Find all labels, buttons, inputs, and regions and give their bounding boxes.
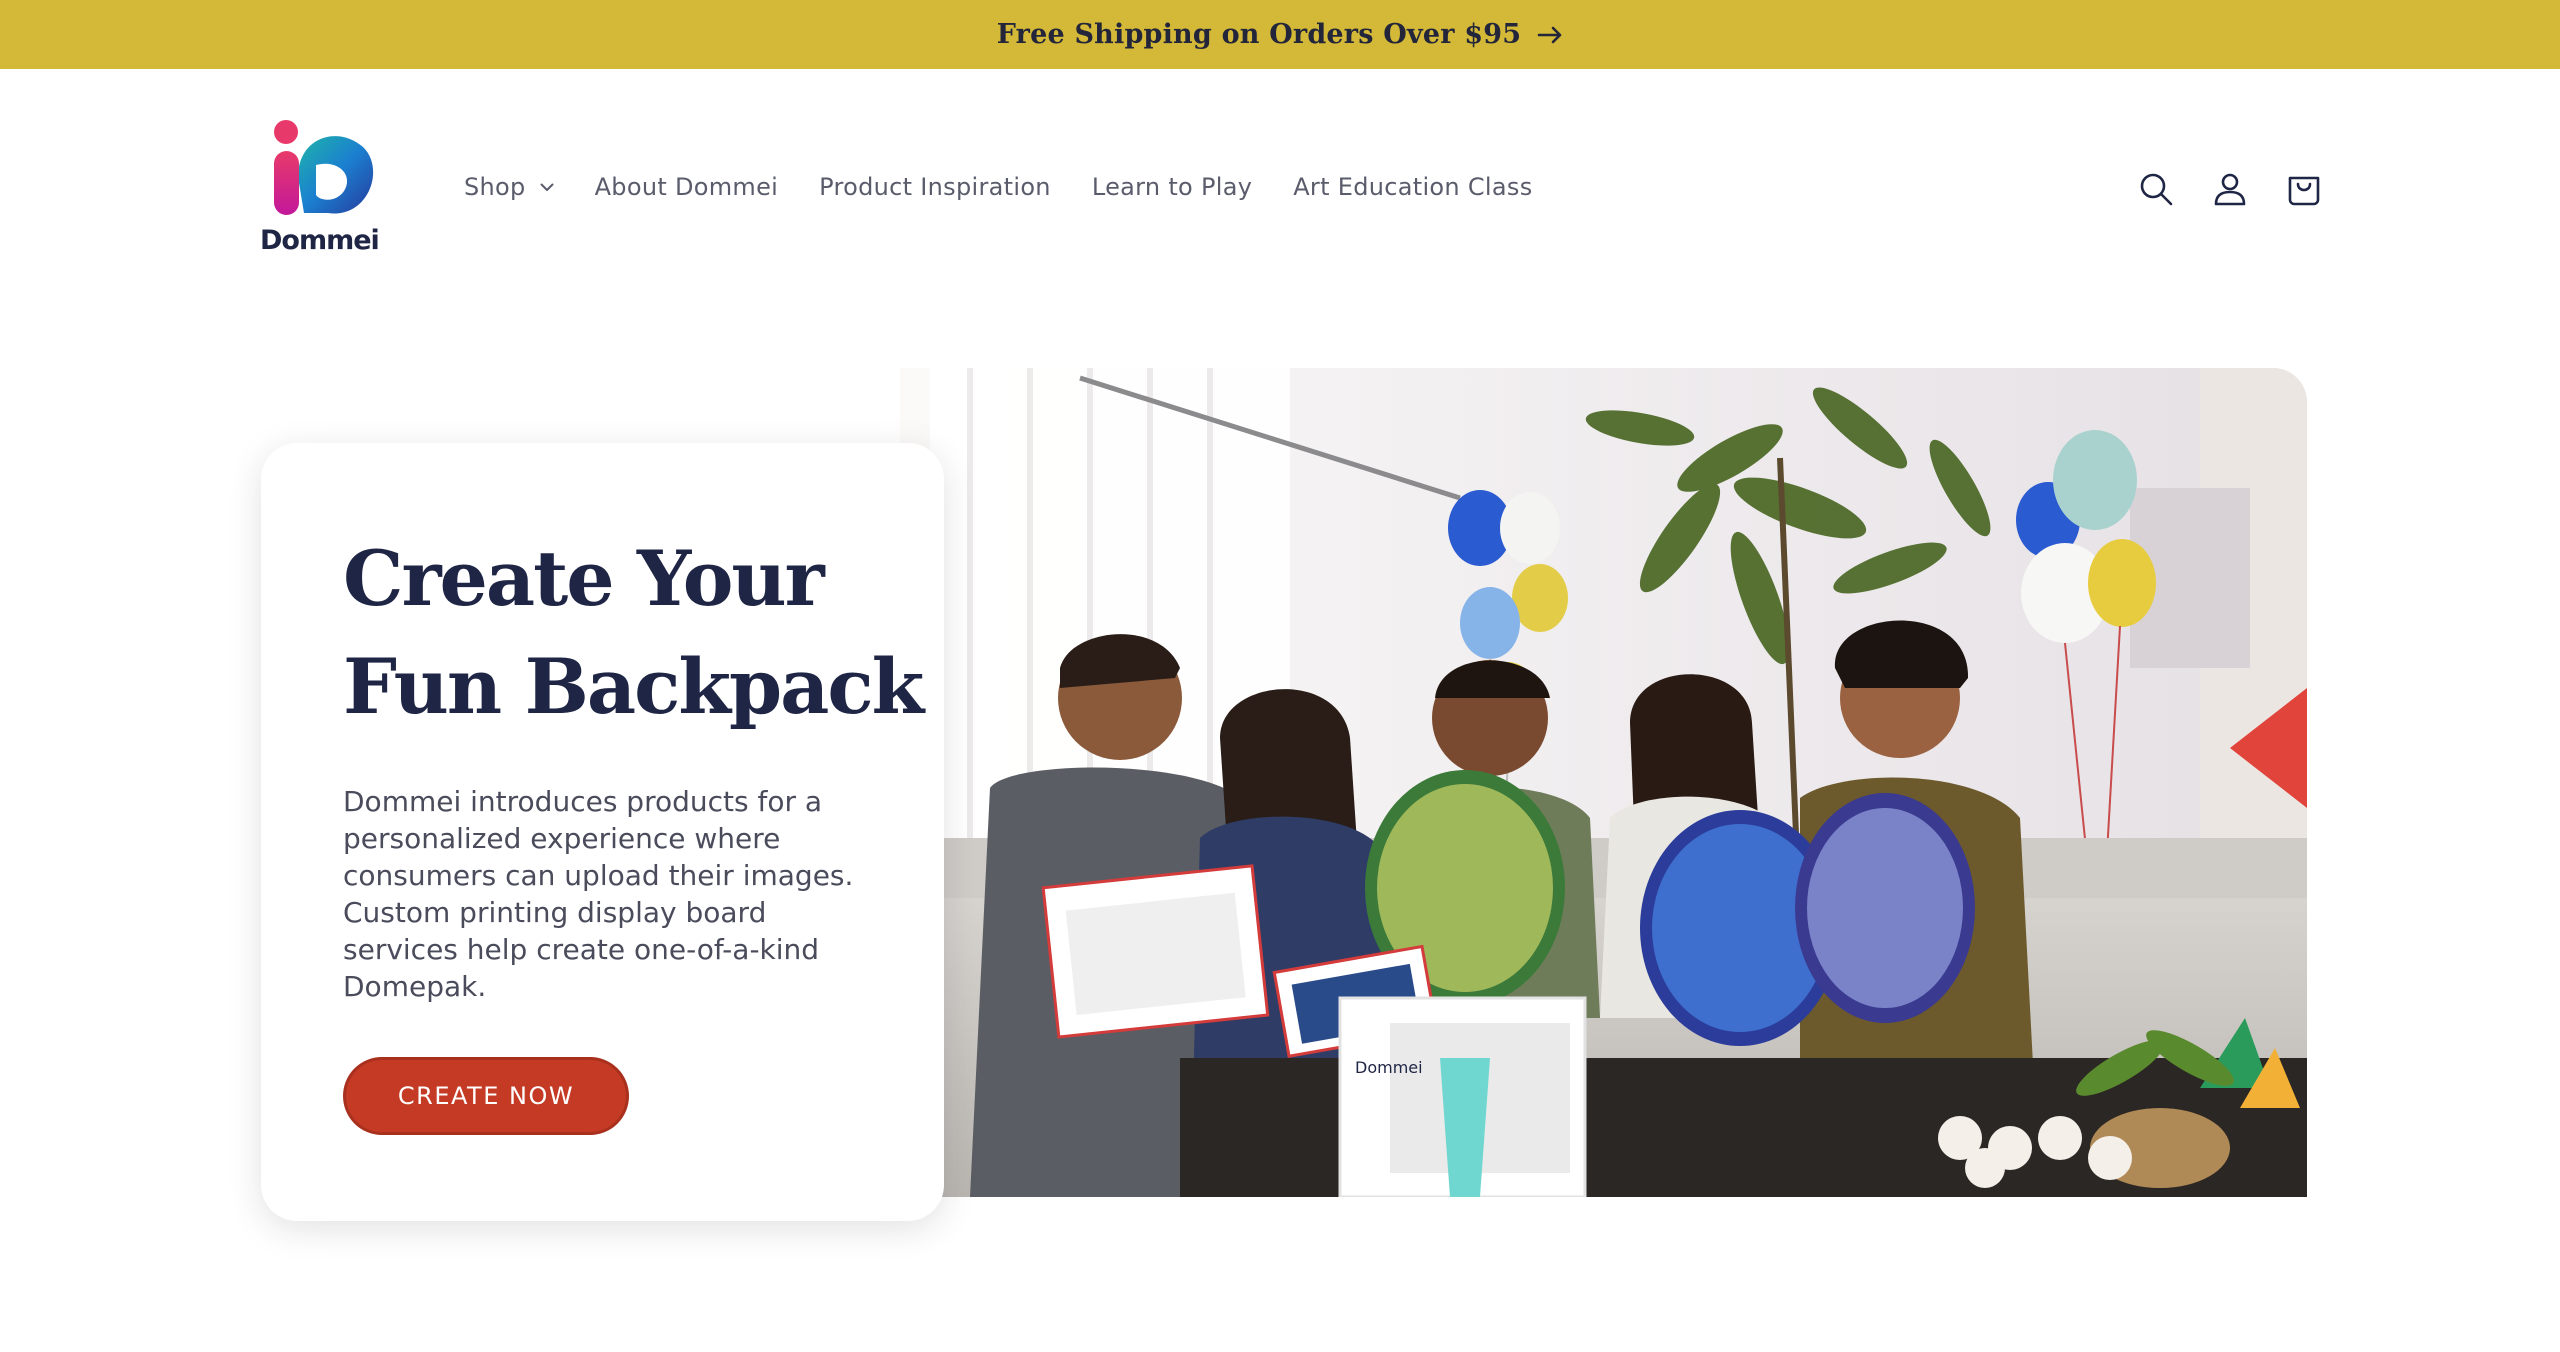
box-brand-text: Dommei <box>1355 1058 1423 1077</box>
nav-item-learn-to-play[interactable]: Learn to Play <box>1092 173 1252 201</box>
announcement-bar[interactable]: Free Shipping on Orders Over $95 <box>0 0 2560 69</box>
create-now-button[interactable]: CREATE NOW <box>343 1057 629 1135</box>
brand-wordmark: Dommei <box>260 225 380 256</box>
hero-title-line-1: Create Your <box>343 534 825 623</box>
account-icon <box>2214 173 2246 206</box>
brand-logo[interactable]: Dommei <box>258 117 386 265</box>
site-header: Dommei Shop About Dommei Product Inspira… <box>0 69 2560 319</box>
arrow-right-icon <box>1537 26 1563 44</box>
hero-title: Create Your Fun Backpack <box>343 525 924 741</box>
nav-item-label: Learn to Play <box>1091 173 1253 201</box>
hero-photo: Dommei <box>900 368 2307 1197</box>
nav-item-shop[interactable]: Shop <box>464 173 554 201</box>
announcement-text: Free Shipping on Orders Over $95 <box>996 19 1522 50</box>
nav-item-art-education[interactable]: Art Education Class <box>1293 173 1532 201</box>
account-button[interactable] <box>2210 169 2250 209</box>
cart-icon <box>2288 176 2320 206</box>
nav-item-label: Product Inspiration <box>819 173 1051 201</box>
nav-item-label: About Dommei <box>594 173 779 201</box>
main-nav: Shop About Dommei Product Inspiration Le… <box>464 173 1574 201</box>
hero-title-line-2: Fun Backpack <box>343 642 924 731</box>
logo-mark-icon <box>274 120 374 215</box>
nav-item-product-inspiration[interactable]: Product Inspiration <box>819 173 1051 201</box>
nav-item-about[interactable]: About Dommei <box>595 173 779 201</box>
search-button[interactable] <box>2136 169 2176 209</box>
hero-card: Create Your Fun Backpack Dommei introduc… <box>261 443 944 1221</box>
search-icon <box>2140 173 2173 206</box>
cart-button[interactable] <box>2284 169 2324 209</box>
chevron-down-icon <box>540 183 554 192</box>
hero-description: Dommei introduces products for a persona… <box>343 785 854 1003</box>
header-actions <box>2136 169 2358 209</box>
nav-item-label: Shop <box>464 173 526 201</box>
nav-item-label: Art Education Class <box>1293 173 1533 201</box>
